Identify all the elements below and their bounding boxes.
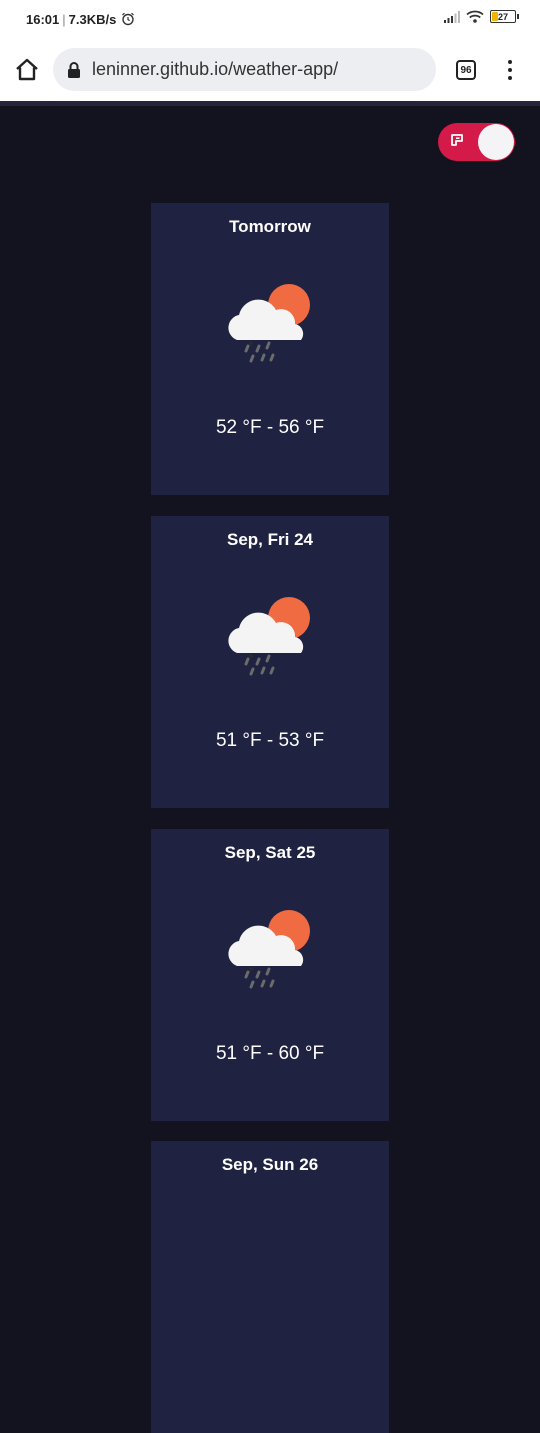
forecast-day: Sep, Sat 25	[224, 843, 316, 862]
browser-menu-button[interactable]	[500, 58, 520, 82]
menu-dot	[508, 76, 512, 80]
forecast-card: Tomorrow 52 °F - 56 °F	[151, 203, 389, 495]
rain-cloud-sun-icon	[228, 284, 310, 363]
url-text: leninner.github.io/weather-app/	[92, 59, 339, 79]
lock-icon	[68, 61, 80, 78]
forecast-card: Sep, Sat 25 51 °F - 60 °F	[151, 829, 389, 1121]
forecast-temperature-range: 51 °F - 53 °F	[215, 730, 325, 751]
theme-toggle[interactable]	[438, 123, 515, 161]
rain-cloud-sun-icon	[228, 597, 310, 676]
browser-toolbar: leninner.github.io/weather-app/ 96	[0, 38, 540, 101]
status-network-speed: 7.3KB/s	[68, 11, 117, 27]
address-bar[interactable]: leninner.github.io/weather-app/	[53, 48, 436, 91]
signal-icon	[444, 10, 460, 23]
toggle-knob	[478, 124, 514, 160]
status-time: 16:01	[26, 11, 60, 27]
status-bar: 16:01 | 7.3KB/s 27	[0, 0, 540, 38]
forecast-temperature-range: 52 °F - 56 °F	[215, 417, 325, 438]
menu-dot	[508, 60, 512, 64]
forecast-card: Sep, Sun 26	[151, 1141, 389, 1433]
home-icon[interactable]	[14, 57, 40, 83]
brand-flag-icon	[451, 134, 463, 146]
tab-switcher-button[interactable]: 96	[456, 60, 476, 80]
status-separator: |	[62, 11, 66, 27]
battery-icon: 27	[490, 10, 519, 23]
forecast-day: Sep, Sun 26	[221, 1155, 319, 1174]
forecast-day: Sep, Fri 24	[227, 530, 313, 549]
battery-level: 27	[497, 11, 508, 22]
forecast-day: Tomorrow	[229, 217, 311, 236]
forecast-temperature-range: 51 °F - 60 °F	[215, 1043, 325, 1064]
alarm-icon	[122, 12, 135, 26]
menu-dot	[508, 68, 512, 72]
wifi-icon	[466, 10, 484, 23]
app-header-strip	[0, 101, 540, 106]
forecast-card: Sep, Fri 24 51 °F - 53 °F	[151, 516, 389, 808]
rain-cloud-sun-icon	[228, 910, 310, 989]
